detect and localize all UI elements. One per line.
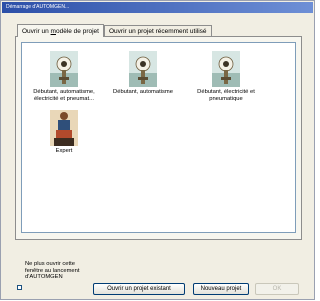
template-label: Débutant, automatisme	[113, 89, 173, 95]
tab-recent-project[interactable]: Ouvrir un projet récemment utilisé	[103, 25, 212, 36]
dont-show-again-checkbox[interactable]	[17, 285, 22, 290]
template-label: Débutant, électricité et pneumatique	[197, 89, 255, 102]
automgen-project-icon	[50, 51, 78, 87]
template-item-beginner-automation[interactable]: Débutant, automatisme	[103, 51, 183, 96]
tab-strip: Ouvrir un modèle de projet Ouvrir un pro…	[17, 23, 212, 37]
template-label: Débutant, automatisme, électricité et pn…	[33, 89, 95, 102]
tab-open-template[interactable]: Ouvrir un modèle de projet	[17, 24, 104, 37]
template-item-beginner-electric[interactable]: Débutant, électricité et pneumatique	[186, 51, 266, 102]
template-item-expert[interactable]: Expert	[24, 110, 104, 155]
ok-button[interactable]: OK	[255, 283, 299, 295]
tab-open-template-label-end: odèle de projet	[55, 28, 99, 35]
window-title: Démarrage d'AUTOMGEN...	[2, 2, 313, 13]
tab-open-template-label-start: Ouvrir un	[22, 28, 51, 35]
template-label: Expert	[55, 148, 73, 154]
dialog-footer: Ne plus ouvrir cette fenêtre au lancemen…	[1, 245, 316, 301]
template-list[interactable]: Débutant, automatisme, électricité et pn…	[21, 42, 296, 233]
expert-project-icon	[50, 110, 78, 146]
new-project-button[interactable]: Nouveau projet	[193, 283, 249, 295]
open-existing-project-button[interactable]: Ouvrir un projet existant	[93, 283, 185, 295]
automgen-project-icon	[212, 51, 240, 87]
automgen-project-icon	[129, 51, 157, 87]
tab-panel: Débutant, automatisme, électricité et pn…	[15, 36, 302, 240]
startup-dialog: Démarrage d'AUTOMGEN... Ouvrir un modèle…	[0, 0, 315, 300]
template-item-beginner-full[interactable]: Débutant, automatisme, électricité et pn…	[24, 51, 104, 102]
dont-show-again-label: Ne plus ouvrir cette fenêtre au lancemen…	[25, 261, 80, 281]
